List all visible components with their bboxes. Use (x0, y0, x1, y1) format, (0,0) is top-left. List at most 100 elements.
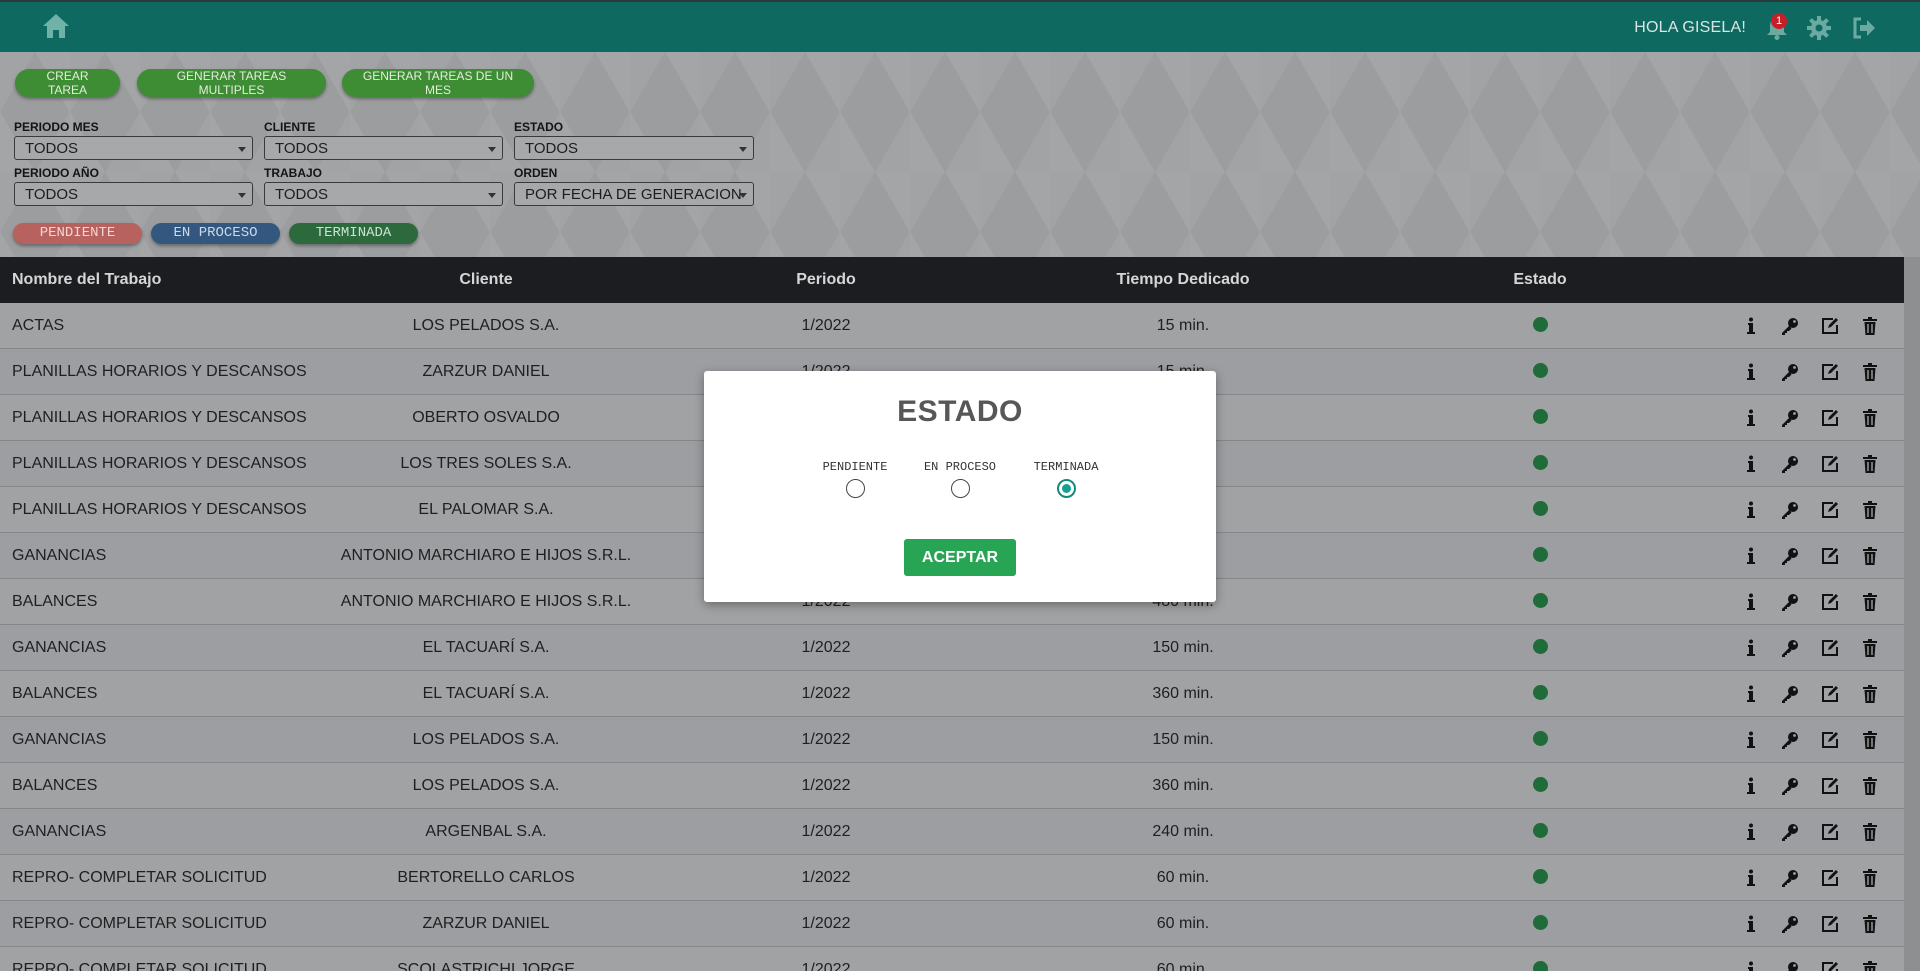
radio-en-proceso[interactable] (950, 479, 970, 498)
table-header: Nombre del Trabajo Cliente Periodo Tiemp… (0, 257, 1904, 303)
key-icon[interactable] (1780, 776, 1800, 796)
filter-terminada-button[interactable]: TERMINADA (289, 223, 418, 244)
trash-icon[interactable] (1860, 592, 1880, 612)
trash-icon[interactable] (1860, 500, 1880, 520)
edit-icon[interactable] (1820, 408, 1840, 428)
edit-icon[interactable] (1820, 684, 1840, 704)
edit-icon[interactable] (1820, 638, 1840, 658)
info-icon[interactable] (1741, 408, 1761, 428)
info-icon[interactable] (1741, 362, 1761, 382)
periodo-anio-label: PERIODO AÑO (14, 166, 99, 180)
key-icon[interactable] (1780, 684, 1800, 704)
trash-icon[interactable] (1860, 454, 1880, 474)
edit-icon[interactable] (1820, 316, 1840, 336)
edit-icon[interactable] (1820, 822, 1840, 842)
key-icon[interactable] (1780, 500, 1800, 520)
edit-icon[interactable] (1820, 730, 1840, 750)
trash-icon[interactable] (1860, 914, 1880, 934)
periodo-mes-value: TODOS (25, 140, 79, 157)
info-icon[interactable] (1741, 316, 1761, 336)
filter-en-proceso-button[interactable]: EN PROCESO (151, 223, 280, 244)
filter-pendiente-button[interactable]: PENDIENTE (13, 223, 142, 244)
accept-button[interactable]: ACEPTAR (904, 539, 1016, 576)
status-dot-icon (1533, 501, 1548, 516)
key-icon[interactable] (1780, 868, 1800, 888)
cliente-label: CLIENTE (264, 120, 316, 134)
cell-trabajo: PLANILLAS HORARIOS Y DESCANSOS (12, 363, 307, 380)
info-icon[interactable] (1741, 868, 1761, 888)
status-dot-icon (1533, 317, 1548, 332)
periodo-anio-select[interactable]: TODOS (14, 182, 253, 206)
cell-cliente-text: ZARZUR DANIEL (422, 915, 550, 932)
info-icon[interactable] (1741, 776, 1761, 796)
create-task-button[interactable]: CREAR TAREA (15, 69, 120, 97)
info-icon[interactable] (1741, 730, 1761, 750)
cell-trabajo: REPRO- COMPLETAR SOLICITUD (12, 961, 267, 971)
edit-icon[interactable] (1820, 592, 1840, 612)
key-icon[interactable] (1780, 592, 1800, 612)
info-icon[interactable] (1741, 960, 1761, 971)
radio-terminada[interactable] (1056, 479, 1076, 498)
key-icon[interactable] (1780, 316, 1800, 336)
periodo-mes-label: PERIODO MES (14, 120, 99, 134)
radio-pendiente[interactable] (845, 479, 865, 498)
periodo-mes-select[interactable]: TODOS (14, 136, 253, 160)
trash-icon[interactable] (1860, 730, 1880, 750)
orden-select[interactable]: POR FECHA DE GENERACION (514, 182, 754, 206)
top-navbar: HOLA GISELA! 1 (0, 0, 1920, 52)
cliente-select[interactable]: TODOS (264, 136, 503, 160)
cell-tiempo-text: 150 min. (1152, 639, 1214, 656)
info-icon[interactable] (1741, 546, 1761, 566)
edit-icon[interactable] (1820, 362, 1840, 382)
cell-periodo-text: 1/2022 (801, 685, 851, 702)
cell-trabajo: ACTAS (12, 317, 65, 334)
estado-select[interactable]: TODOS (514, 136, 754, 160)
edit-icon[interactable] (1820, 454, 1840, 474)
column-header-trabajo[interactable]: Nombre del Trabajo (12, 271, 161, 289)
trash-icon[interactable] (1860, 868, 1880, 888)
info-icon[interactable] (1741, 638, 1761, 658)
chevron-down-icon (238, 193, 246, 198)
info-icon[interactable] (1741, 822, 1761, 842)
trash-icon[interactable] (1860, 684, 1880, 704)
key-icon[interactable] (1780, 822, 1800, 842)
key-icon[interactable] (1780, 638, 1800, 658)
trash-icon[interactable] (1860, 546, 1880, 566)
edit-icon[interactable] (1820, 960, 1840, 971)
info-icon[interactable] (1741, 914, 1761, 934)
key-icon[interactable] (1780, 914, 1800, 934)
key-icon[interactable] (1780, 730, 1800, 750)
edit-icon[interactable] (1820, 914, 1840, 934)
home-icon[interactable] (41, 12, 71, 40)
trash-icon[interactable] (1860, 638, 1880, 658)
table-row: GANANCIAS ARGENBAL S.A. 1/2022 240 min. (0, 809, 1904, 855)
key-icon[interactable] (1780, 362, 1800, 382)
status-dot-icon (1533, 639, 1548, 654)
generate-month-tasks-button[interactable]: GENERAR TAREAS DE UN MES (342, 69, 534, 97)
info-icon[interactable] (1741, 500, 1761, 520)
trabajo-select[interactable]: TODOS (264, 182, 503, 206)
cell-periodo-text: 1/2022 (801, 731, 851, 748)
gear-icon[interactable] (1806, 15, 1832, 41)
info-icon[interactable] (1741, 592, 1761, 612)
info-icon[interactable] (1741, 454, 1761, 474)
trash-icon[interactable] (1860, 822, 1880, 842)
trash-icon[interactable] (1860, 316, 1880, 336)
logout-icon[interactable] (1851, 15, 1877, 41)
key-icon[interactable] (1780, 546, 1800, 566)
key-icon[interactable] (1780, 408, 1800, 428)
info-icon[interactable] (1741, 684, 1761, 704)
generate-multiple-tasks-button[interactable]: GENERAR TAREAS MULTIPLES (137, 69, 326, 97)
cell-periodo-text: 1/2022 (801, 639, 851, 656)
edit-icon[interactable] (1820, 500, 1840, 520)
trash-icon[interactable] (1860, 362, 1880, 382)
trash-icon[interactable] (1860, 776, 1880, 796)
key-icon[interactable] (1780, 454, 1800, 474)
trash-icon[interactable] (1860, 960, 1880, 971)
chevron-down-icon (739, 147, 747, 152)
edit-icon[interactable] (1820, 776, 1840, 796)
key-icon[interactable] (1780, 960, 1800, 971)
trash-icon[interactable] (1860, 408, 1880, 428)
edit-icon[interactable] (1820, 546, 1840, 566)
edit-icon[interactable] (1820, 868, 1840, 888)
